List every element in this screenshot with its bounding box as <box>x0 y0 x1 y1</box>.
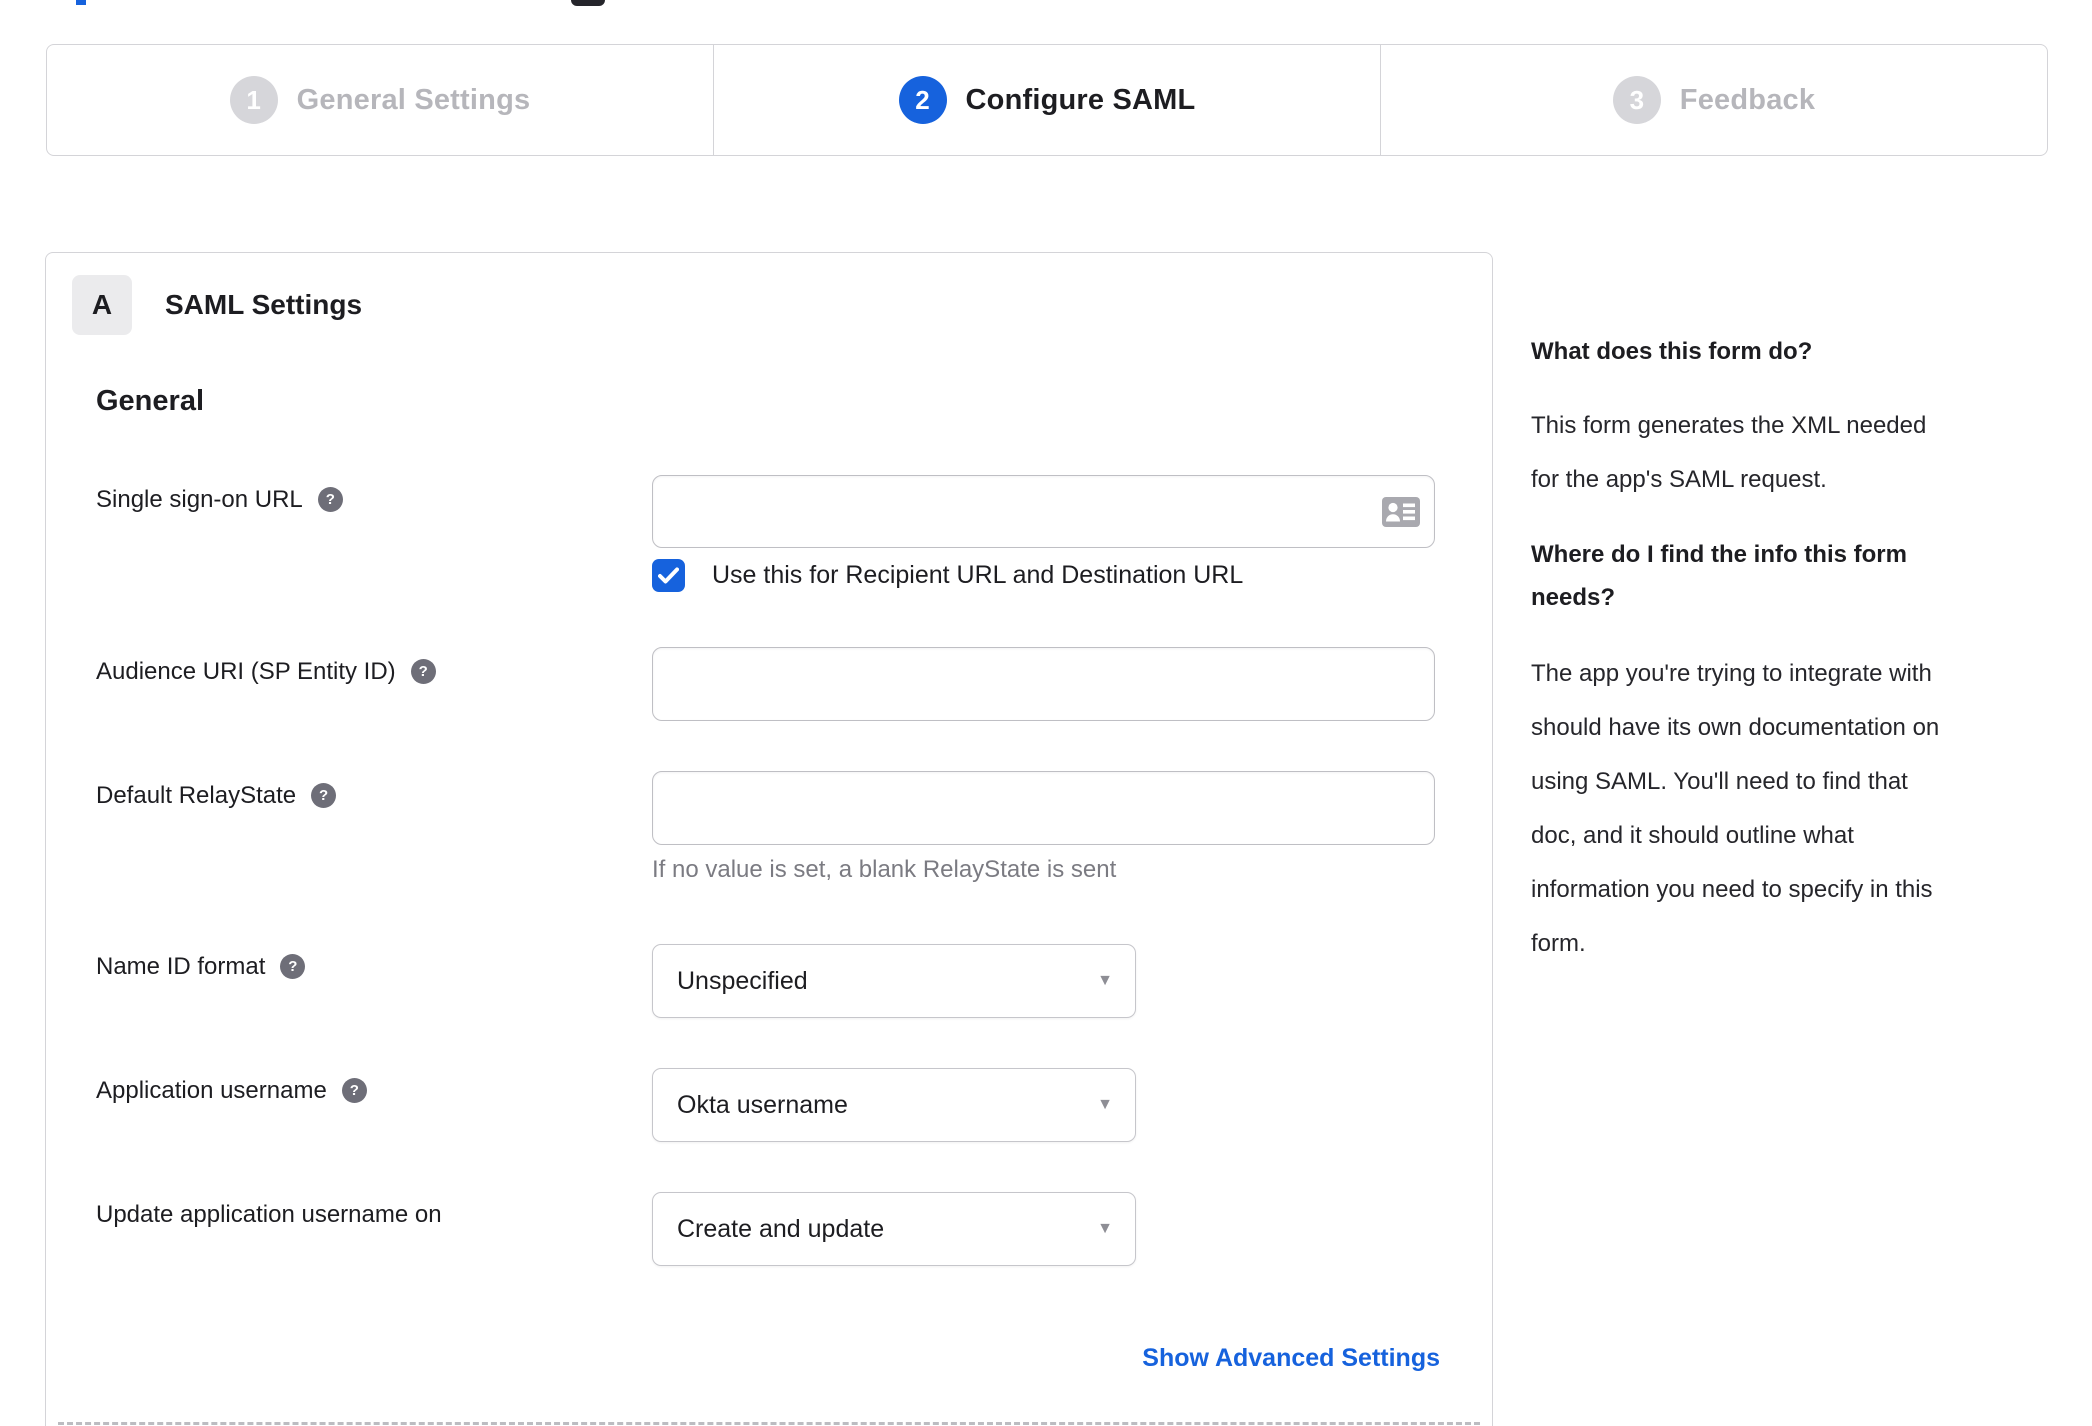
step-general-settings[interactable]: 1 General Settings <box>47 45 713 155</box>
panel-title: SAML Settings <box>165 289 363 320</box>
text-line: form. <box>1531 930 1586 957</box>
sidebar-question-1: What does this form do? <box>1531 338 1813 365</box>
name-id-format-label: Name ID format ? <box>96 950 306 983</box>
help-icon[interactable]: ? <box>311 783 337 808</box>
use-for-recipient-checkbox[interactable] <box>652 559 685 592</box>
relay-state-hint: If no value is set, a blank RelayState i… <box>652 856 1117 883</box>
contact-card-icon <box>1382 496 1420 527</box>
sidebar-answer-1: This form generates the XML needed for t… <box>1531 399 1926 507</box>
step-configure-saml[interactable]: 2 Configure SAML <box>713 45 1380 155</box>
label-text: Single sign-on URL <box>96 485 303 513</box>
text-line: should have its own documentation on <box>1531 714 1940 741</box>
update-username-select[interactable]: Create and update ▼ <box>652 1192 1136 1266</box>
text-line: This form generates the XML needed <box>1531 412 1927 439</box>
name-id-format-select[interactable]: Unspecified ▼ <box>652 944 1136 1018</box>
text-line: for the app's SAML request. <box>1531 466 1827 493</box>
text-line: needs? <box>1531 584 1616 611</box>
help-icon[interactable]: ? <box>317 487 343 512</box>
text-line: Where do I find the info this form <box>1531 541 1907 568</box>
application-username-select[interactable]: Okta username ▼ <box>652 1068 1136 1142</box>
audience-uri-label: Audience URI (SP Entity ID) ? <box>96 655 436 688</box>
chevron-down-icon: ▼ <box>1097 1096 1113 1113</box>
select-value: Create and update <box>677 1214 885 1243</box>
general-section-title: General <box>96 385 204 417</box>
step-label: General Settings <box>296 83 531 116</box>
relay-state-label: Default RelayState ? <box>96 779 337 812</box>
relay-state-input[interactable] <box>652 771 1435 845</box>
audience-uri-input-wrap <box>652 647 1435 721</box>
help-icon[interactable]: ? <box>410 659 436 684</box>
text-line: doc, and it should outline what <box>1531 822 1854 849</box>
sidebar-answer-2: The app you're trying to integrate with … <box>1531 647 1939 971</box>
label-text: Name ID format <box>96 952 266 980</box>
chevron-down-icon: ▼ <box>1097 1220 1113 1237</box>
select-value: Okta username <box>677 1090 848 1119</box>
select-value: Unspecified <box>677 966 808 995</box>
label-text: Default RelayState <box>96 781 297 809</box>
step-number-badge: 2 <box>898 76 947 124</box>
section-a-badge: A <box>72 275 132 335</box>
help-icon[interactable]: ? <box>341 1078 367 1103</box>
sidebar-question-2: Where do I find the info this form needs… <box>1531 533 1907 619</box>
clipped-icon-fragment <box>571 0 605 6</box>
update-username-label: Update application username on <box>96 1198 442 1231</box>
show-advanced-settings-link[interactable]: Show Advanced Settings <box>1142 1344 1440 1373</box>
sso-url-label: Single sign-on URL ? <box>96 483 343 516</box>
text-line: information you need to specify in this <box>1531 876 1933 903</box>
sso-url-input[interactable] <box>652 475 1435 548</box>
clipped-blue-fragment <box>76 0 86 5</box>
relay-state-input-wrap <box>652 771 1435 845</box>
saml-settings-panel: A SAML Settings General Single sign-on U… <box>45 252 1493 1426</box>
text-line: The app you're trying to integrate with <box>1531 660 1932 687</box>
label-text: Audience URI (SP Entity ID) <box>96 657 396 685</box>
application-username-label: Application username ? <box>96 1074 367 1107</box>
sso-url-input-wrap <box>652 475 1435 548</box>
audience-uri-input[interactable] <box>652 647 1435 721</box>
step-label: Configure SAML <box>965 83 1196 116</box>
text-line: using SAML. You'll need to find that <box>1531 768 1908 795</box>
label-text: Application username <box>96 1076 327 1104</box>
checkmark-icon <box>658 567 679 584</box>
section-divider <box>58 1422 1480 1425</box>
label-text: Update application username on <box>96 1200 442 1228</box>
help-icon[interactable]: ? <box>280 954 306 979</box>
help-sidebar: What does this form do? This form genera… <box>1531 0 1951 1426</box>
step-number-badge: 1 <box>229 76 278 124</box>
use-for-recipient-label[interactable]: Use this for Recipient URL and Destinati… <box>712 559 1243 592</box>
chevron-down-icon: ▼ <box>1097 972 1113 989</box>
